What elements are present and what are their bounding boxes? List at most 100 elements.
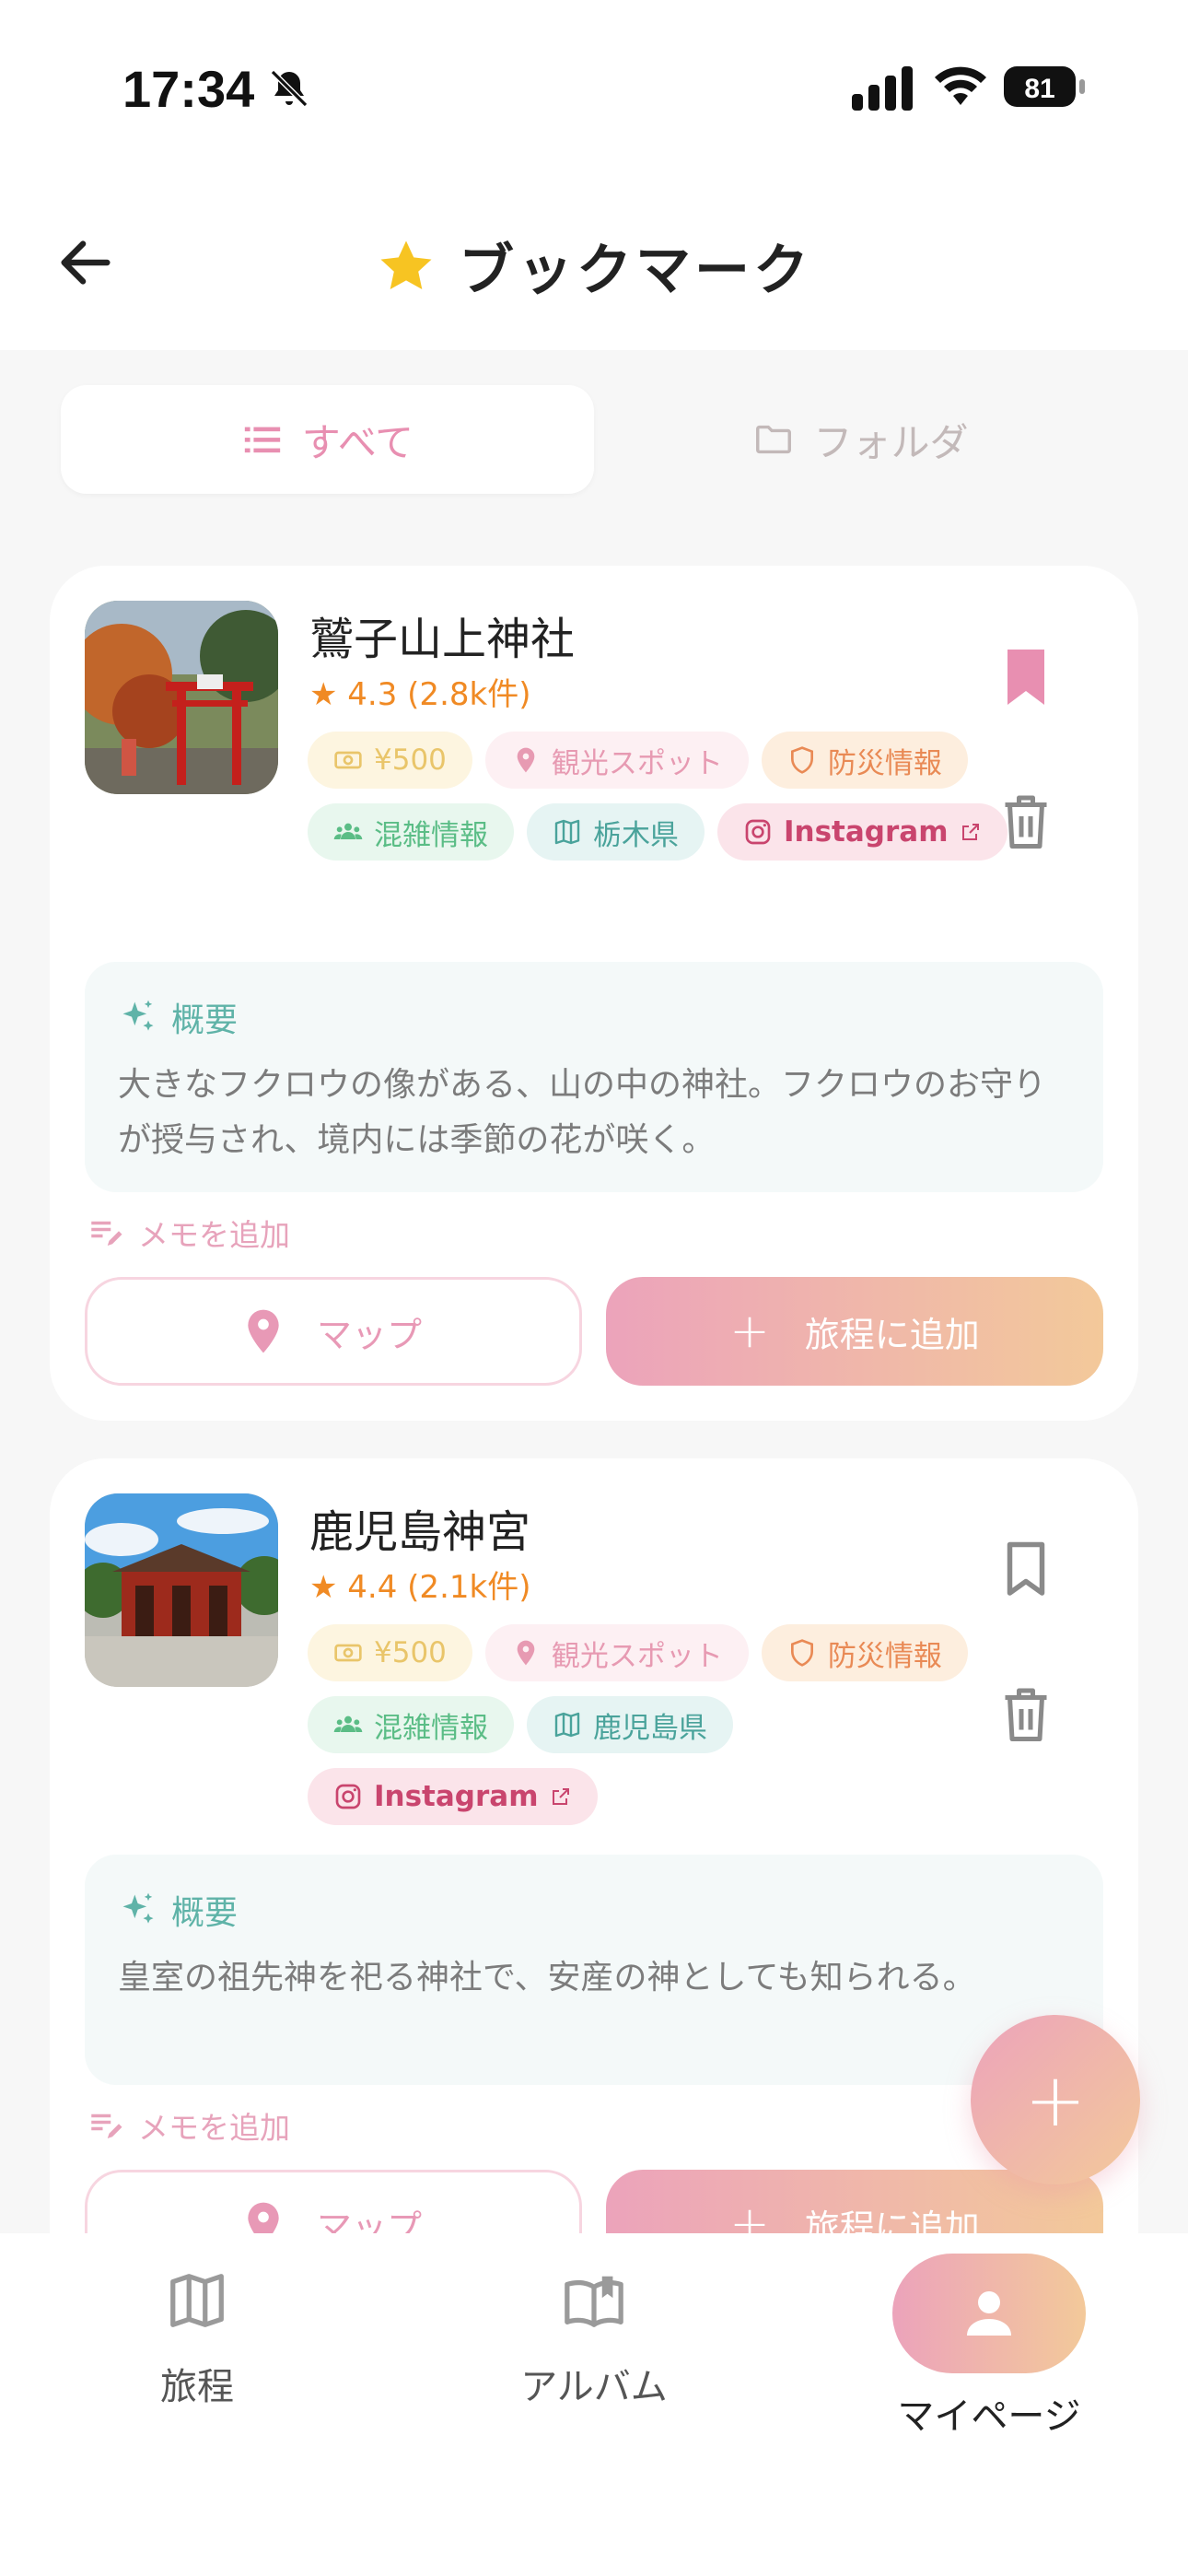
view-tabs: すべて フォルダ [61,385,1127,494]
external-link-icon [961,824,979,840]
bookmark-outline-icon[interactable] [998,1538,1054,1602]
star-icon [380,240,432,289]
nav-itinerary[interactable]: 旅程 [77,2268,317,2410]
disaster-info-chip[interactable]: 防災情報 [761,1624,968,1681]
external-link-icon [552,1788,569,1805]
signal-icon [852,66,913,111]
instagram-icon [745,819,771,845]
trash-icon[interactable] [998,790,1054,851]
crowd-label: 混雑情報 [374,818,488,852]
title-wrap: ブックマーク [0,226,1188,306]
category-label: 観光スポット [551,746,723,780]
wifi-icon [935,66,986,105]
place-thumbnail[interactable] [85,601,278,794]
map-button[interactable]: マップ [85,1277,582,1386]
plus-icon: + [729,1304,770,1359]
money-icon [334,1644,362,1662]
summary-text: 皇室の祖先神を祀る神社で、安産の神としても知られる。 [118,1959,976,1996]
place-tags: ¥500 観光スポット 防災情報 混雑情報 鹿児島県 Instagram [308,1624,1007,1825]
tab-folder[interactable]: フォルダ [594,385,1127,494]
instagram-label: Instagram [374,1780,539,1813]
tab-folder-label: フォルダ [813,419,969,465]
category-label: 観光スポット [551,1639,723,1673]
app-header: ブックマーク [0,175,1188,350]
nav-itinerary-label: 旅程 [160,2366,234,2408]
place-name: 鹿児島神宮 [309,1506,531,1558]
crowd-info-chip[interactable]: 混雑情報 [308,803,514,861]
nav-mypage[interactable]: マイページ [869,2254,1109,2440]
summary-box: 概要 大きなフクロウの像がある、山の中の神社。フクロウのお守りが授与され、境内に… [85,962,1103,1192]
prefecture-chip: 鹿児島県 [527,1696,733,1753]
price-label: ¥500 [374,744,447,777]
list-icon [244,427,280,453]
user-icon [967,2291,1011,2336]
trash-icon[interactable] [998,1683,1054,1744]
place-name: 鷲子山上神社 [309,614,576,665]
pin-icon [517,1640,535,1666]
summary-label: 概要 [171,1001,239,1039]
place-thumbnail[interactable] [85,1493,278,1687]
sparkle-icon [122,1892,154,1924]
nav-mypage-label: マイページ [897,2395,1081,2438]
place-rating: ★ 4.4 (2.1k件) [309,1569,531,1606]
prefecture-label: 鹿児島県 [593,1711,707,1745]
disaster-label: 防災情報 [827,746,942,780]
pin-icon [517,747,535,773]
disaster-info-chip[interactable]: 防災情報 [761,732,968,789]
place-card: 鷲子山上神社 ★ 4.3 (2.8k件) ¥500 観光スポット 防災情報 混雑… [50,566,1138,1421]
people-icon [333,1715,363,1732]
folder-icon [756,425,792,454]
disaster-label: 防災情報 [827,1639,942,1673]
status-time: 17:34 [122,60,255,118]
place-tags: ¥500 観光スポット 防災情報 混雑情報 栃木県 Instagram [308,732,1007,861]
add-to-itinerary-button[interactable]: + 旅程に追加 [606,1277,1103,1386]
instagram-link[interactable]: Instagram [308,1768,598,1825]
crowd-label: 混雑情報 [374,1711,488,1745]
memo-label: メモを追加 [138,1217,290,1253]
shield-icon [790,1639,813,1667]
add-memo-link[interactable]: メモを追加 [87,1211,290,1255]
crowd-info-chip[interactable]: 混雑情報 [308,1696,514,1753]
category-chip: 観光スポット [484,1624,749,1681]
nav-mypage-pill [892,2254,1086,2373]
status-bar: 17:34 81 [0,0,1188,175]
edit-note-icon [91,1221,122,1246]
instagram-label: Instagram [784,815,949,849]
instagram-link[interactable]: Instagram [717,803,1007,861]
pin-icon [248,1309,279,1353]
price-chip: ¥500 [308,1624,472,1681]
map-button-label: マップ [316,1314,422,1355]
price-label: ¥500 [374,1636,447,1669]
shield-icon [790,746,813,774]
summary-box: 概要 皇室の祖先神を祀る神社で、安産の神としても知られる。 [85,1855,1103,2085]
add-memo-link[interactable]: メモを追加 [87,2103,290,2148]
bookmark-filled-icon[interactable] [998,645,1054,709]
add-fab-button[interactable]: + [971,2015,1140,2184]
battery-level: 81 [1024,74,1054,104]
page-title: ブックマーク [459,239,812,303]
album-icon [565,2276,623,2327]
money-icon [334,751,362,769]
summary-label: 概要 [171,1894,239,1932]
tab-all[interactable]: すべて [61,385,594,494]
prefecture-label: 栃木県 [593,818,679,852]
prefecture-chip: 栃木県 [527,803,705,861]
map-icon [170,2274,224,2327]
tab-all-label: すべて [301,419,414,465]
map-icon [554,1712,580,1738]
bottom-navigation: 旅程 アルバム マイページ [0,2233,1188,2576]
place-card: 鹿児島神宮 ★ 4.4 (2.1k件) ¥500 観光スポット 防災情報 混雑情… [50,1458,1138,2288]
edit-note-icon [91,2113,122,2138]
nav-album[interactable]: アルバム [474,2268,714,2410]
people-icon [333,823,363,839]
price-chip: ¥500 [308,732,472,789]
summary-header: 概要 [118,993,1070,1041]
nav-album-label: アルバム [520,2366,668,2408]
bell-slash-icon [270,69,309,108]
memo-label: メモを追加 [138,2110,290,2146]
summary-text: 大きなフクロウの像がある、山の中の神社。フクロウのお守りが授与され、境内には季節… [118,1066,1047,1159]
instagram-icon [335,1784,361,1809]
map-icon [554,819,580,845]
sparkle-icon [122,1000,154,1031]
summary-header: 概要 [118,1886,1070,1934]
